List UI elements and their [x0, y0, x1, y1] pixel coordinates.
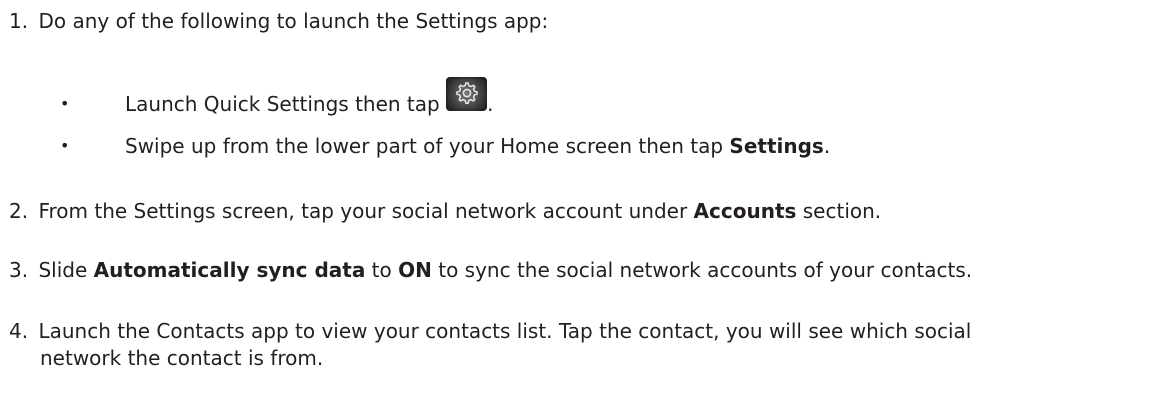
step-4-line-1: Launch the Contacts app to view your con…	[38, 319, 972, 343]
bullet-2-bold: Settings	[729, 134, 824, 158]
step-3-bold-1: Automatically sync data	[93, 258, 366, 282]
step-2: 2. From the Settings screen, tap your so…	[9, 198, 881, 224]
step-4-number: 4.	[9, 319, 29, 343]
bullet-2-after: .	[823, 134, 831, 158]
bullet-1-after: .	[487, 92, 494, 116]
bullet-glyph: •	[60, 94, 70, 113]
step-3-number: 3.	[9, 258, 29, 282]
step-1: 1. Do any of the following to launch the…	[9, 8, 548, 34]
step-3-after: to sync the social network accounts of y…	[431, 258, 973, 282]
step-3-text: Slide	[38, 258, 94, 282]
bullet-item-quick-settings: Launch Quick Settings then tap .	[125, 76, 494, 117]
step-2-text: From the Settings screen, tap your socia…	[38, 199, 694, 223]
step-2-after: section.	[796, 199, 882, 223]
step-2-bold: Accounts	[693, 199, 797, 223]
bullet-glyph: •	[60, 136, 70, 155]
step-4-line-2: network the contact is from.	[40, 346, 324, 370]
settings-gear-icon	[446, 76, 488, 111]
step-3-mid: to	[365, 258, 399, 282]
step-1-number: 1.	[9, 9, 29, 33]
step-4-continuation: network the contact is from.	[40, 345, 323, 371]
step-2-number: 2.	[9, 199, 29, 223]
step-4: 4. Launch the Contacts app to view your …	[9, 318, 971, 344]
bullet-item-swipe-up: Swipe up from the lower part of your Hom…	[125, 133, 830, 159]
step-3-bold-2: ON	[398, 258, 432, 282]
step-1-text: Do any of the following to launch the Se…	[38, 9, 549, 33]
step-3: 3. Slide Automatically sync data to ON t…	[9, 257, 972, 283]
bullet-1-text: Launch Quick Settings then tap	[125, 92, 440, 116]
bullet-2-text: Swipe up from the lower part of your Hom…	[125, 134, 730, 158]
